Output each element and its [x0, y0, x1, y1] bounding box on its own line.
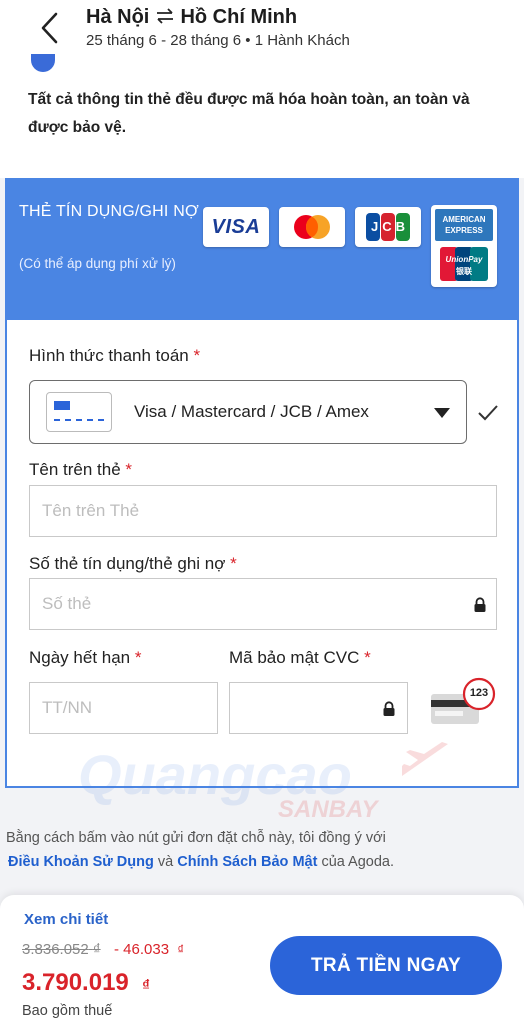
route-title: Hà Nội Hồ Chí Minh — [86, 6, 297, 29]
encryption-notice-text: Tất cả thông tin thẻ đều được mã hóa hoà… — [28, 91, 470, 136]
card-number-input[interactable]: Số thẻ — [29, 578, 497, 630]
cvc-label: Mã bảo mật CVC * — [229, 648, 371, 667]
checkout-footer: Xem chi tiết 3.836.052 ₫ - 46.033 ₫ 3.79… — [0, 895, 524, 1024]
privacy-policy-link[interactable]: Chính Sách Bảo Mật — [177, 854, 317, 870]
destination-city: Hồ Chí Minh — [180, 6, 298, 28]
pay-now-button[interactable]: TRẢ TIỀN NGAY — [270, 936, 502, 995]
step-indicator — [31, 54, 55, 72]
expiry-placeholder: TT/NN — [42, 698, 93, 717]
payment-method-label: Hình thức thanh toán * — [29, 346, 201, 365]
lock-icon — [473, 597, 487, 613]
terms-intro: Bằng cách bấm vào nút gửi đơn đặt chỗ nà… — [6, 830, 386, 846]
jcb-logo: JCB — [355, 207, 421, 247]
card-name-input[interactable]: Tên trên Thẻ — [29, 485, 497, 537]
card-number-placeholder: Số thẻ — [42, 594, 92, 613]
credit-card-header: THẺ TÍN DỤNG/GHI NỢ (Có thể áp dụng phí … — [7, 180, 517, 320]
cvc-input[interactable] — [229, 682, 408, 734]
cvc-hint-icon: 123 — [427, 676, 499, 732]
terms-and: và — [157, 854, 174, 870]
card-type-title: THẺ TÍN DỤNG/GHI NỢ — [19, 203, 199, 220]
view-details-link[interactable]: Xem chi tiết — [24, 911, 108, 928]
visa-logo: VISA — [203, 207, 269, 247]
card-name-placeholder: Tên trên Thẻ — [42, 501, 140, 520]
credit-card-icon — [46, 392, 112, 432]
amex-unionpay-logo: AMERICAN EXPRESS UnionPay 银联 — [431, 205, 497, 287]
expiry-input[interactable]: TT/NN — [29, 682, 218, 734]
dropdown-caret-icon — [434, 408, 450, 418]
terms-outro: của Agoda. — [321, 854, 395, 870]
credit-card-section: THẺ TÍN DỤNG/GHI NỢ (Có thể áp dụng phí … — [5, 178, 519, 788]
payment-method-value: Visa / Mastercard / JCB / Amex — [134, 402, 369, 421]
processing-fee-note: (Có thể áp dụng phí xử lý) — [19, 256, 176, 271]
back-arrow-icon[interactable] — [36, 10, 66, 46]
trip-dates-passengers: 25 tháng 6 - 28 tháng 6 • 1 Hành Khách — [86, 32, 350, 49]
card-number-label: Số thẻ tín dụng/thẻ ghi nợ * — [29, 554, 237, 573]
discount-amount: - 46.033 ₫ — [114, 941, 185, 958]
payment-method-select[interactable]: Visa / Mastercard / JCB / Amex — [29, 380, 467, 444]
total-price: 3.790.019 ₫ — [22, 969, 150, 996]
expiry-label: Ngày hết hạn * — [29, 648, 142, 667]
mastercard-logo — [279, 207, 345, 247]
origin-city: Hà Nội — [86, 6, 150, 28]
encryption-notice: Tất cả thông tin thẻ đều được mã hóa hoà… — [0, 54, 524, 178]
top-bar: Hà Nội Hồ Chí Minh 25 tháng 6 - 28 tháng… — [0, 0, 524, 62]
tax-included-note: Bao gồm thuế — [22, 1003, 113, 1019]
original-price: 3.836.052 ₫ — [22, 941, 101, 958]
terms-text: Bằng cách bấm vào nút gửi đơn đặt chỗ nà… — [6, 826, 518, 874]
card-name-label: Tên trên thẻ * — [29, 460, 133, 479]
round-trip-icon — [156, 8, 173, 24]
lock-icon — [382, 701, 396, 717]
valid-check-icon — [477, 404, 499, 422]
terms-of-use-link[interactable]: Điều Khoản Sử Dụng — [8, 854, 154, 870]
